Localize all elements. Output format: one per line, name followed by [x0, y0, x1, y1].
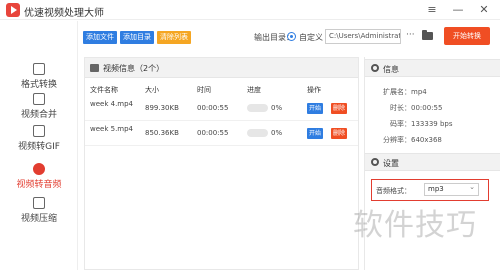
start-convert-button[interactable]: 开始转换	[444, 27, 490, 45]
convert-icon	[33, 63, 45, 75]
column-header: 文件名称	[90, 86, 118, 94]
file-name: week 5.mp4	[90, 125, 134, 133]
column-header: 操作	[307, 86, 321, 94]
audio-format-label: 音频格式：	[376, 187, 411, 195]
progress-percent: 0%	[271, 129, 283, 137]
info-value: 133339 bps	[411, 120, 453, 128]
column-header: 大小	[145, 86, 159, 94]
settings-header: 设置	[365, 153, 500, 171]
column-header: 时间	[197, 86, 211, 94]
sidebar-item-label: 视频转音频	[16, 180, 62, 190]
column-header: 进度	[247, 86, 261, 94]
app-logo-icon	[6, 3, 20, 17]
table-row[interactable]: week 5.mp4 850.36KB 00:00:55 0% 开始 删除	[85, 122, 358, 146]
merge-icon	[33, 93, 45, 105]
progress-percent: 0%	[271, 104, 283, 112]
file-name: week 4.mp4	[90, 100, 134, 108]
file-duration: 00:00:55	[197, 104, 229, 112]
info-value: mp4	[411, 88, 427, 96]
row-delete-button[interactable]: 删除	[331, 128, 348, 139]
progress-bar	[247, 129, 268, 137]
sidebar-item-label: 视频合并	[20, 110, 57, 120]
info-value: 640x368	[411, 136, 442, 144]
folder-icon[interactable]	[422, 30, 433, 40]
compress-icon	[33, 197, 45, 209]
sidebar-item-label: 视频转GIF	[18, 142, 60, 152]
clear-list-button[interactable]: 清除列表	[157, 31, 191, 44]
output-path-input[interactable]: C:\Users\Administrator	[325, 29, 401, 44]
row-start-button[interactable]: 开始	[307, 128, 324, 139]
info-value: 00:00:55	[411, 104, 443, 112]
close-button[interactable]: ✕	[476, 2, 492, 18]
progress-bar	[247, 104, 268, 112]
info-header: 信息	[365, 59, 500, 77]
settings-title: 设置	[383, 159, 399, 168]
sidebar-item-video-merge[interactable]: 视频合并	[0, 93, 78, 127]
info-bitrate: 码率：133339 bps	[375, 119, 452, 129]
sidebar-item-video-to-gif[interactable]: 视频转GIF	[0, 125, 78, 159]
info-title: 信息	[383, 65, 399, 74]
watermark: 软件技巧	[353, 208, 477, 243]
info-key: 时长：	[390, 104, 411, 112]
gear-icon	[371, 64, 379, 72]
toolbar: 添加文件 添加目录 清除列表 输出目录： 自定义 C:\Users\Admini…	[79, 21, 500, 53]
file-size: 899.30KB	[145, 104, 179, 112]
audio-format-row: 音频格式： mp3	[371, 179, 489, 201]
row-start-button[interactable]: 开始	[307, 103, 324, 114]
info-resolution: 分辨率：640x368	[375, 135, 442, 145]
custom-radio[interactable]	[287, 32, 296, 41]
sidebar-item-label: 格式转换	[20, 80, 57, 90]
file-size: 850.36KB	[145, 129, 179, 137]
row-delete-button[interactable]: 删除	[331, 103, 348, 114]
file-duration: 00:00:55	[197, 129, 229, 137]
info-key: 扩展名：	[383, 88, 411, 96]
info-extension: 扩展名：mp4	[375, 87, 427, 97]
custom-label: 自定义	[299, 33, 323, 42]
info-key: 分辨率：	[383, 136, 411, 144]
info-key: 码率：	[390, 120, 411, 128]
sidebar-item-format-convert[interactable]: 格式转换	[0, 63, 78, 97]
app-title: 优速视频处理大师	[24, 8, 104, 19]
video-panel-header: 视频信息（2个）	[85, 58, 358, 78]
sidebar-item-video-to-audio[interactable]: 视频转音频	[0, 163, 78, 197]
add-file-button[interactable]: 添加文件	[83, 31, 117, 44]
sidebar-item-label: 视频压缩	[20, 214, 57, 224]
gear-icon	[371, 158, 379, 166]
audio-icon	[33, 163, 45, 175]
sidebar: 格式转换 视频合并 视频转GIF 视频转音频 视频压缩	[0, 21, 78, 270]
minimize-button[interactable]: —	[450, 2, 466, 18]
video-list-panel: 视频信息（2个） 文件名称 大小 时间 进度 操作 week 4.mp4 899…	[84, 57, 359, 270]
title-bar: 优速视频处理大师 ≡ — ✕	[0, 0, 500, 20]
menu-icon[interactable]: ≡	[424, 2, 440, 18]
video-panel-title: 视频信息（2个）	[103, 64, 165, 73]
audio-format-select[interactable]: mp3	[424, 182, 479, 196]
info-duration: 时长：00:00:55	[375, 103, 442, 113]
video-icon	[90, 64, 99, 72]
sidebar-item-video-compress[interactable]: 视频压缩	[0, 197, 78, 231]
add-folder-button[interactable]: 添加目录	[120, 31, 154, 44]
more-button[interactable]: ···	[406, 30, 415, 40]
table-row[interactable]: week 4.mp4 899.30KB 00:00:55 0% 开始 删除	[85, 97, 358, 121]
gif-icon	[33, 125, 45, 137]
